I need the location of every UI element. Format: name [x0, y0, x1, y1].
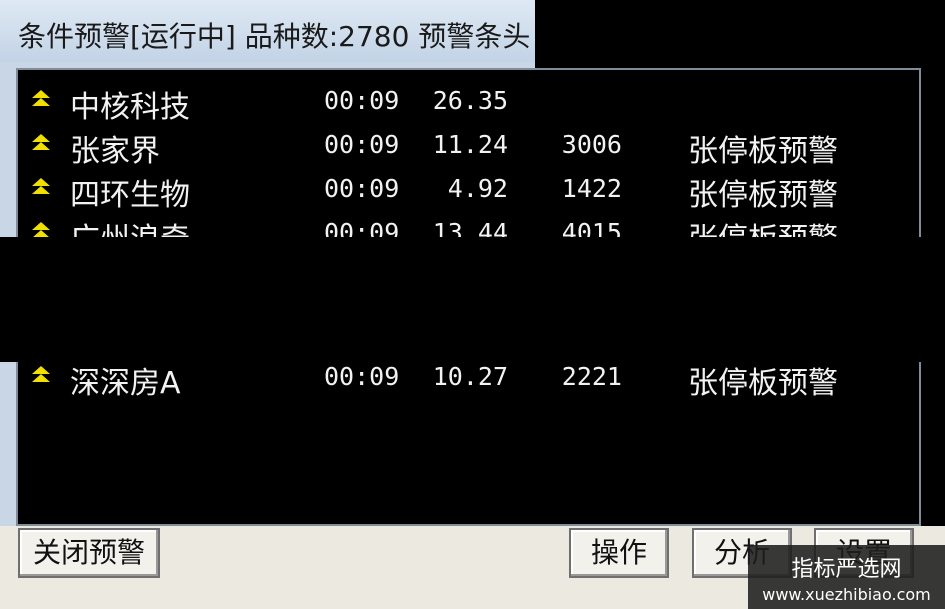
stock-volume: 1422 [561, 174, 622, 203]
stock-volume: 2221 [561, 362, 622, 391]
list-item[interactable]: 中核科技 00:09 26.35 [18, 78, 918, 125]
occluded-region [0, 237, 945, 362]
watermark-title: 指标严选网 [791, 557, 902, 582]
title-bar[interactable]: 条件预警[运行中] 品种数:2780 预警条头 [0, 0, 535, 62]
watermark-url: www.xuezhibiao.com [762, 585, 931, 604]
window-title: 条件预警[运行中] 品种数:2780 预警条头 [18, 20, 531, 53]
watermark: 指标严选网 www.xuezhibiao.com [748, 545, 945, 609]
stock-name: 四环生物 [70, 178, 190, 213]
list-item[interactable]: 张家界 00:09 11.24 3006 张停板预警 [18, 122, 918, 169]
stock-volume: 3006 [561, 130, 622, 159]
stock-price: 26.35 [432, 86, 508, 115]
alert-condition: 张停板预警 [688, 366, 838, 401]
alert-condition: 张停板预警 [688, 178, 838, 213]
operate-button[interactable]: 操作 [569, 528, 669, 578]
stock-price: 11.24 [432, 130, 508, 159]
up-arrow-icon [32, 366, 50, 382]
alert-time: 00:09 [324, 362, 400, 391]
alert-time: 00:09 [324, 86, 400, 115]
stock-name: 张家界 [70, 134, 160, 169]
alert-condition: 张停板预警 [688, 134, 838, 169]
list-item[interactable]: 四环生物 00:09 4.92 1422 张停板预警 [18, 166, 918, 213]
alert-window: 条件预警[运行中] 品种数:2780 预警条头 中核科技 00:09 26.35… [0, 0, 945, 609]
up-arrow-icon [32, 178, 50, 194]
up-arrow-icon [32, 90, 50, 106]
stock-price: 10.27 [432, 362, 508, 391]
up-arrow-icon [32, 134, 50, 150]
stock-name: 中核科技 [70, 90, 190, 125]
stock-name: 深深房A [70, 366, 181, 401]
stock-price: 4.92 [447, 174, 508, 203]
close-alert-button[interactable]: 关闭预警 [18, 528, 160, 578]
alert-time: 00:09 [324, 130, 400, 159]
alert-time: 00:09 [324, 174, 400, 203]
